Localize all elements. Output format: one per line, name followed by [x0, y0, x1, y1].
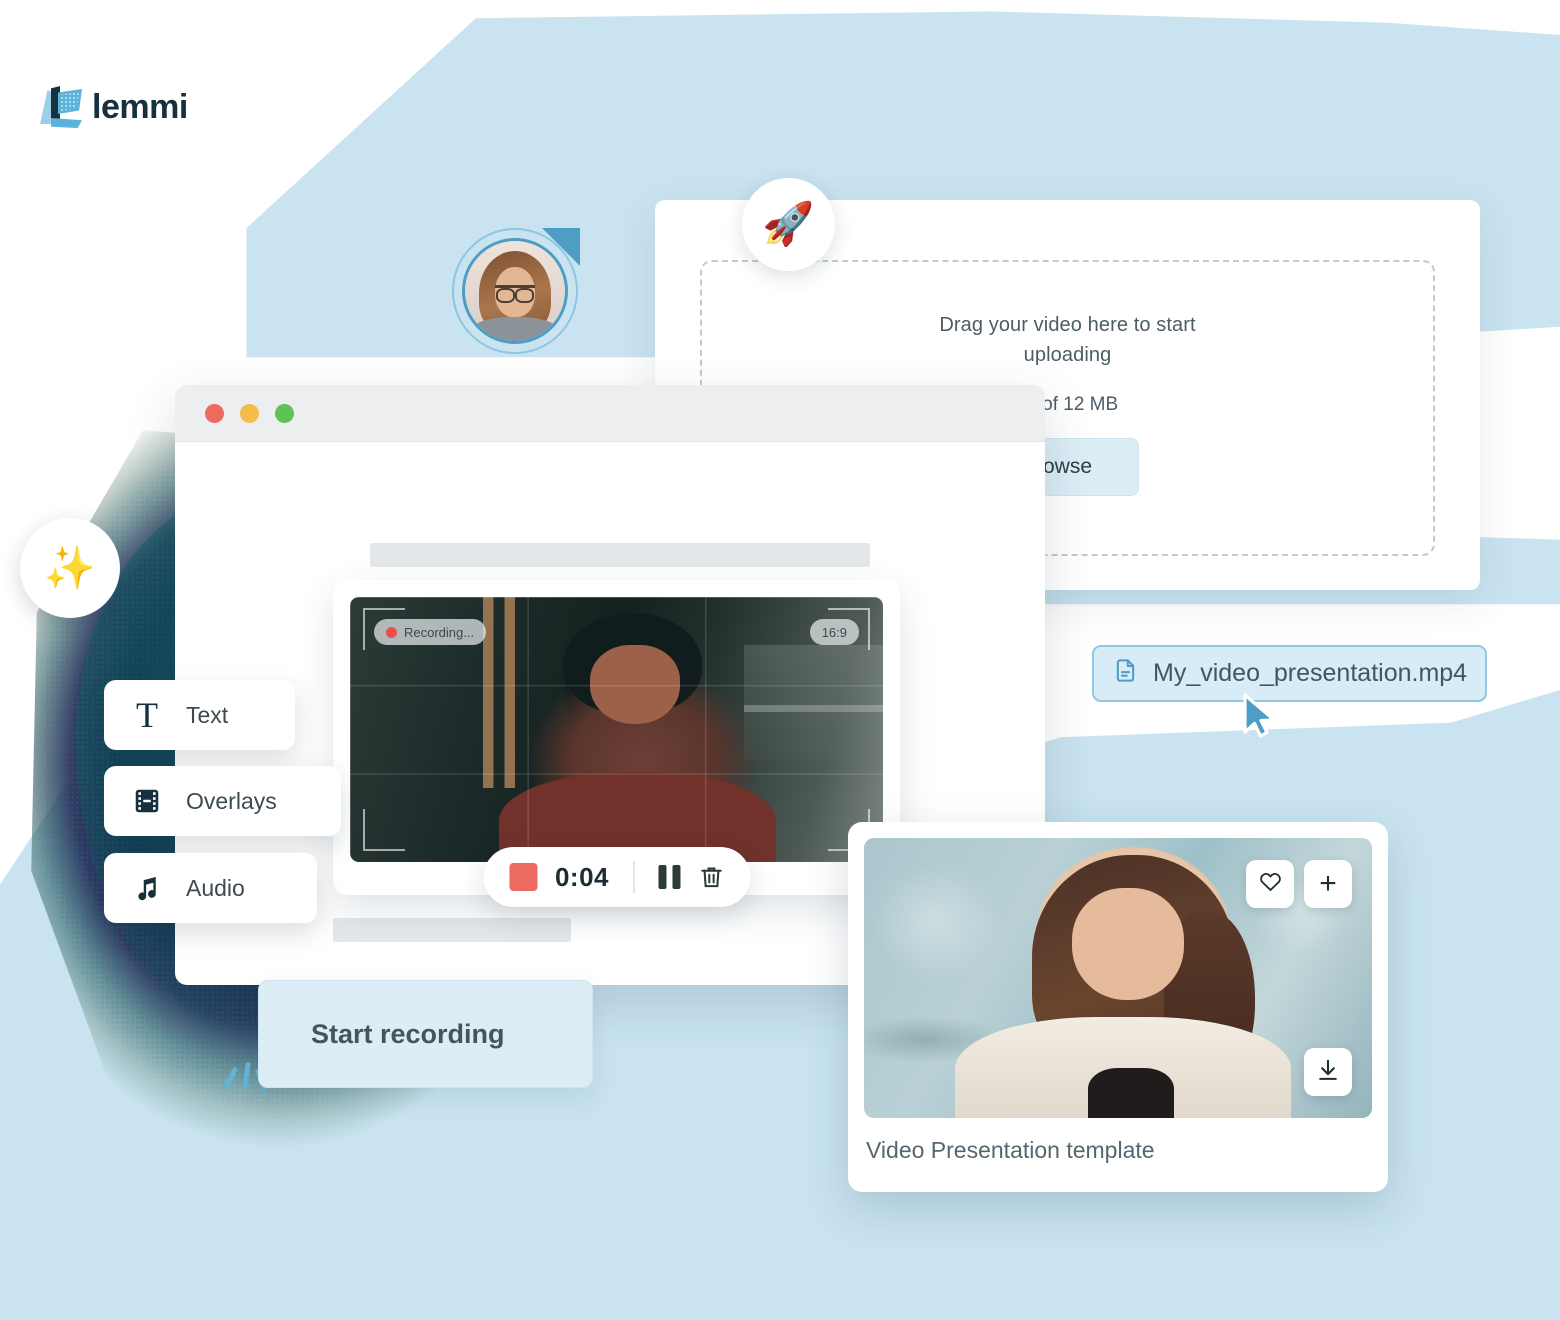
dropzone-title: Drag your video here to start uploading	[939, 314, 1196, 366]
template-card[interactable]: + Video Presentation template	[848, 822, 1388, 1192]
template-title: Video Presentation template	[866, 1137, 1155, 1163]
stop-recording-button[interactable]	[508, 863, 537, 891]
recording-label: Recording...	[404, 624, 475, 640]
file-document-icon	[1112, 657, 1139, 691]
tool-text-label: Text	[186, 701, 229, 728]
uploaded-file-chip[interactable]: My_video_presentation.mp4	[1092, 645, 1488, 702]
content-placeholder-bottom	[333, 918, 571, 942]
recording-status-badge: Recording...	[374, 619, 487, 645]
music-note-icon	[130, 871, 164, 905]
window-titlebar	[175, 385, 1045, 442]
tool-audio[interactable]: Audio	[104, 853, 317, 923]
content-placeholder-top	[370, 543, 870, 567]
text-icon: T	[136, 695, 158, 735]
video-frame: Recording... 16:9	[350, 597, 883, 862]
avatar	[452, 228, 580, 354]
avatar-inner-ring	[462, 238, 568, 344]
heart-icon	[1258, 869, 1283, 899]
aspect-ratio-badge: 16:9	[809, 619, 859, 645]
lemmi-mark-icon	[40, 86, 82, 128]
add-button[interactable]: +	[1304, 860, 1352, 908]
recording-dot-icon	[386, 626, 397, 638]
controls-divider	[633, 861, 635, 893]
maximize-button[interactable]	[275, 403, 294, 423]
download-button[interactable]	[1304, 1048, 1352, 1096]
tool-overlays-label: Overlays	[186, 787, 277, 814]
scene-root: Drag your video here to start uploading …	[0, 0, 1560, 1320]
pause-button[interactable]	[658, 865, 681, 889]
like-button[interactable]	[1246, 860, 1294, 908]
recording-controls: 0:04	[482, 847, 751, 907]
brand-name: lemmi	[92, 87, 188, 126]
template-thumbnail: +	[864, 838, 1372, 1118]
sparkles-icon: ✨	[20, 518, 120, 618]
video-preview-card: Recording... 16:9 0:04	[333, 580, 900, 907]
avatar-photo	[465, 241, 565, 341]
tool-text[interactable]: T Text	[104, 680, 295, 750]
mouse-cursor-icon	[1240, 692, 1280, 740]
rocket-icon: 🚀	[742, 178, 835, 271]
start-recording-button[interactable]: Start recording	[258, 980, 593, 1088]
tool-overlays[interactable]: Overlays	[104, 766, 341, 836]
film-strip-icon	[130, 784, 164, 818]
delete-recording-button[interactable]	[698, 863, 724, 891]
file-name: My_video_presentation.mp4	[1153, 659, 1468, 687]
brand-logo: lemmi	[40, 86, 188, 128]
minimize-button[interactable]	[240, 403, 259, 423]
tool-audio-label: Audio	[186, 874, 245, 901]
recording-timer: 0:04	[554, 861, 610, 892]
close-button[interactable]	[205, 403, 224, 423]
download-icon	[1315, 1057, 1341, 1088]
